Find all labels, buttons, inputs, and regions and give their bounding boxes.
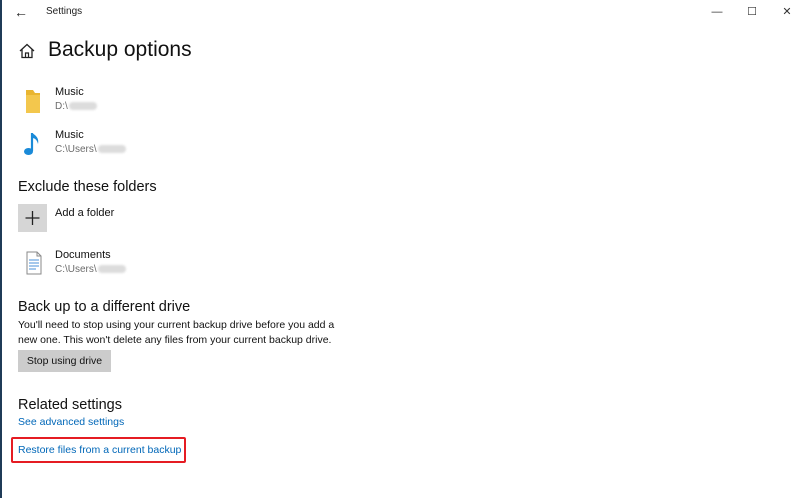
- app-title: Settings: [46, 6, 83, 17]
- backup-folder-item[interactable]: Music D:\: [18, 86, 418, 122]
- folder-icon: [26, 90, 40, 113]
- see-advanced-settings-link[interactable]: See advanced settings: [18, 416, 124, 428]
- add-folder-label: Add a folder: [55, 207, 115, 219]
- folder-path: C:\Users\: [55, 144, 126, 155]
- exclude-folders-heading: Exclude these folders: [18, 179, 157, 195]
- plus-icon: [18, 204, 47, 232]
- folder-path: C:\Users\: [55, 264, 126, 275]
- restore-files-link[interactable]: Restore files from a current backup: [18, 444, 181, 456]
- title-bar: ← Settings — ☐ ✕: [2, 0, 800, 24]
- home-icon[interactable]: [18, 42, 36, 60]
- folder-name: Documents: [55, 249, 111, 261]
- different-drive-description: You'll need to stop using your current b…: [18, 319, 335, 346]
- music-note-icon: [24, 133, 39, 155]
- excluded-folder-item[interactable]: Documents C:\Users\: [18, 249, 418, 285]
- folder-name: Music: [55, 86, 84, 98]
- close-button[interactable]: ✕: [769, 0, 800, 24]
- left-window-edge: [0, 0, 2, 498]
- minimize-button[interactable]: —: [699, 0, 735, 24]
- add-folder-button[interactable]: Add a folder: [18, 204, 318, 232]
- page-title: Backup options: [48, 38, 192, 61]
- folder-name: Music: [55, 129, 84, 141]
- maximize-button[interactable]: ☐: [734, 0, 770, 24]
- different-drive-heading: Back up to a different drive: [18, 299, 191, 315]
- backup-folder-item[interactable]: Music C:\Users\: [18, 129, 418, 165]
- stop-using-drive-button[interactable]: Stop using drive: [18, 350, 111, 372]
- related-settings-heading: Related settings: [18, 397, 122, 413]
- folder-path: D:\: [55, 101, 97, 112]
- document-icon: [26, 251, 42, 275]
- back-arrow-icon[interactable]: ←: [12, 3, 30, 21]
